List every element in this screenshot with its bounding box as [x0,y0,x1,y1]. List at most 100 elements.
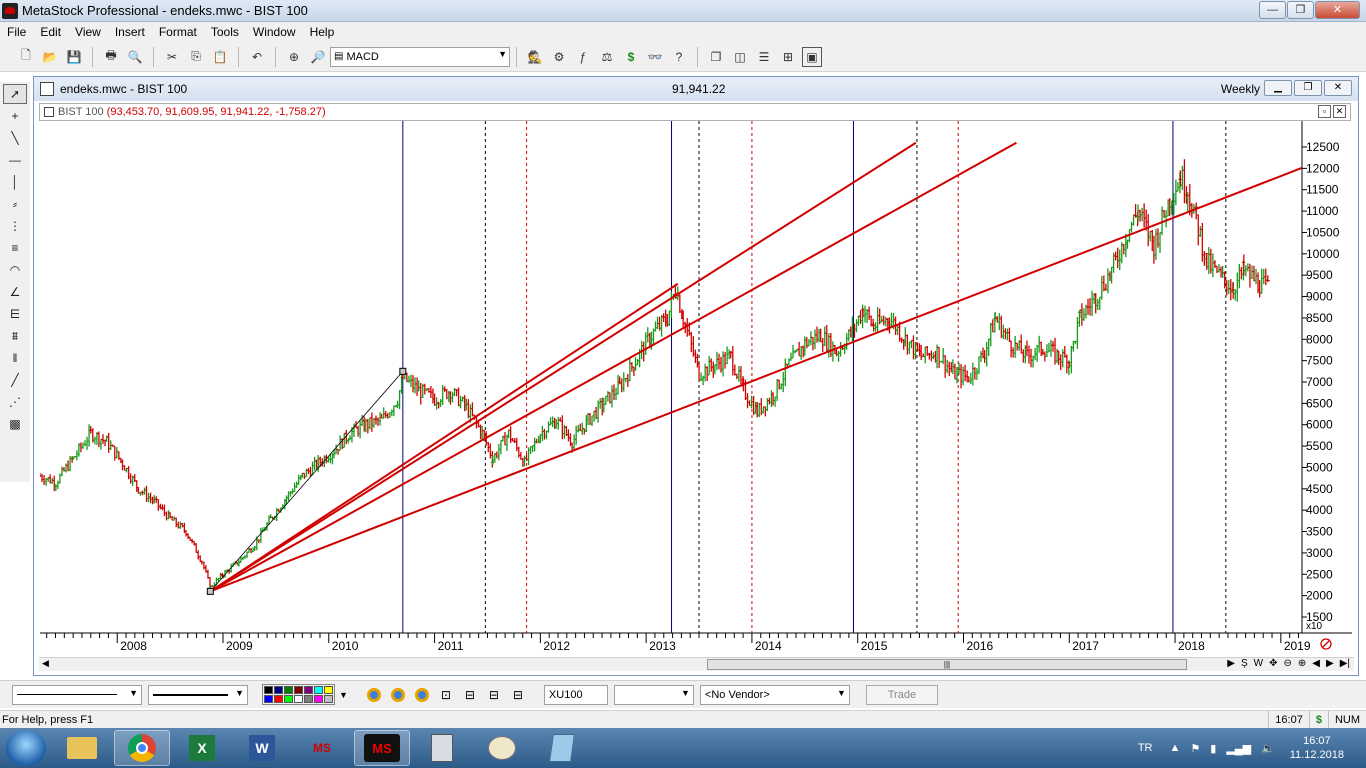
file-explorer-icon[interactable] [54,730,110,766]
tray-expand-icon[interactable]: ▲ [1170,742,1181,754]
menu-file[interactable]: File [0,25,33,39]
horizontal-line-tool-icon[interactable]: — [3,150,27,170]
regression-tool-icon[interactable]: ⩩ [3,326,27,346]
print-preview-icon[interactable]: 🔍 [125,47,145,67]
fibonacci-fan-tool-icon[interactable]: ⋿ [3,304,27,324]
color-swatch[interactable] [324,695,333,703]
minimize-button[interactable]: — [1259,1,1286,19]
paste-icon[interactable]: 📋 [210,47,230,67]
notepad-icon[interactable] [534,730,590,766]
color-swatch[interactable] [284,695,293,703]
color-swatch[interactable] [294,695,303,703]
price-chart-svg[interactable]: 1500200025003000350040004500500055006000… [40,121,1352,657]
trendline-tool-icon[interactable]: ╲ [3,128,27,148]
new-inner-window-icon[interactable]: ⊡ [437,686,455,704]
scroll-right-icon[interactable]: ▶ [1227,658,1235,669]
restore-button[interactable]: ❐ [1287,1,1314,19]
line-style-combo[interactable]: ▼ [12,684,142,705]
new-file-icon[interactable]: 🗋 [16,47,36,67]
zoom-out-icon[interactable]: ⊖ [1284,658,1292,669]
trade-button[interactable]: Trade [865,684,938,705]
indicator-combo[interactable]: ▤ MACD ▼ [330,46,510,67]
trendline-anchor[interactable] [399,367,407,375]
chrome-style-circle-icon[interactable] [413,686,431,704]
tile-vertical-icon[interactable]: ◫ [730,47,750,67]
compress-icon[interactable]: Ș [1241,658,1248,669]
color-palette[interactable] [262,684,335,705]
price-chart[interactable]: 1500 2000 2500 3000 3500 4000 4500 5000 5500 6000… [40,121,1352,657]
indicator-builder-icon[interactable]: ƒ [573,47,593,67]
chart-restore-button[interactable]: ❐ [1294,80,1322,96]
action-center-flag-icon[interactable]: ⚑ [1190,742,1200,755]
window-layout-icon[interactable]: ⊟ [461,686,479,704]
menu-edit[interactable]: Edit [33,25,68,39]
zoom-in-icon[interactable]: ⊕ [1298,658,1306,669]
crosshair-icon[interactable]: ⊕ [284,47,304,67]
expert-advisor-icon[interactable]: 🕵 [525,47,545,67]
menu-insert[interactable]: Insert [108,25,152,39]
paint-icon[interactable] [474,730,530,766]
menu-help[interactable]: Help [303,25,342,39]
crosshair-tool-icon[interactable]: + [3,106,27,126]
network-icon[interactable]: ▮ [1210,742,1216,755]
trendline-anchor[interactable] [206,587,214,595]
pane-maximize-button[interactable]: ▫ [1318,105,1331,118]
pane-close-button[interactable]: ✕ [1333,105,1346,118]
scroll-thumb[interactable]: ||| [707,659,1187,670]
tile-grid-icon[interactable]: ⊞ [778,47,798,67]
end-icon[interactable]: ▶| [1340,658,1350,669]
page-right-icon[interactable]: ▶ [1326,658,1334,669]
menu-format[interactable]: Format [152,25,204,39]
chrome-icon[interactable] [114,730,170,766]
chart-minimize-button[interactable]: ▁ [1264,80,1292,96]
dollar-icon[interactable]: $ [621,47,641,67]
line-weight-combo[interactable]: ▼ [148,684,248,705]
security-combo[interactable]: ▼ [613,684,694,705]
fan-tool-icon[interactable]: ∠ [3,282,27,302]
pointer-tool-icon[interactable]: ➚ [3,84,27,104]
color-swatch[interactable] [274,695,283,703]
volume-icon[interactable]: 🔈 [1261,742,1275,755]
color-swatch[interactable] [324,686,333,694]
andrews-pitchfork-tool-icon[interactable]: ╱ [3,370,27,390]
chrome-style-circle-icon[interactable] [389,686,407,704]
layout-icon[interactable]: ▣ [802,46,822,67]
chevron-down-icon[interactable]: ▼ [339,690,348,700]
color-swatch[interactable] [284,686,293,694]
open-folder-icon[interactable]: 📂 [40,47,60,67]
undo-icon[interactable]: ↶ [247,47,267,67]
time-zones-tool-icon[interactable]: ‖ [3,348,27,368]
cascade-icon[interactable]: ❐ [706,47,726,67]
cycle-lines-tool-icon[interactable]: ⋮ [3,216,27,236]
copy-icon[interactable]: ⎘ [186,47,206,67]
color-swatch[interactable] [314,686,323,694]
color-swatch[interactable] [294,686,303,694]
language-indicator[interactable]: TR [1138,742,1153,754]
color-swatch[interactable] [304,695,313,703]
scroll-left-icon[interactable]: ◀ [42,658,49,669]
symbol-field[interactable]: XU100 [543,684,608,705]
periodicity-label[interactable]: Weekly [1221,82,1260,96]
save-icon[interactable]: 💾 [64,47,84,67]
vertical-line-tool-icon[interactable]: │ [3,172,27,192]
arc-tool-icon[interactable]: ◠ [3,260,27,280]
menu-view[interactable]: View [68,25,108,39]
context-help-icon[interactable]: ? [669,47,689,67]
color-swatch[interactable] [274,686,283,694]
chart-close-button[interactable]: ✕ [1324,80,1352,96]
move-icon[interactable]: ✥ [1269,658,1277,669]
zoom-icon[interactable]: 🔎 [308,47,328,67]
color-swatch[interactable] [264,695,273,703]
color-swatch[interactable] [304,686,313,694]
close-button[interactable]: ✕ [1315,1,1360,19]
grid-tool-icon[interactable]: ▩ [3,414,27,434]
window-layout-icon[interactable]: ⊟ [485,686,503,704]
taskbar-clock[interactable]: 16:07 11.12.2018 [1290,734,1344,762]
speed-resistance-tool-icon[interactable]: ⸗ [3,194,27,214]
windows-start-icon[interactable] [6,730,46,766]
word-icon[interactable]: W [234,730,290,766]
chrome-style-circle-icon[interactable] [365,686,383,704]
print-icon[interactable]: 🖶 [101,47,121,67]
zoom-w-icon[interactable]: W [1254,658,1263,669]
menu-tools[interactable]: Tools [204,25,246,39]
